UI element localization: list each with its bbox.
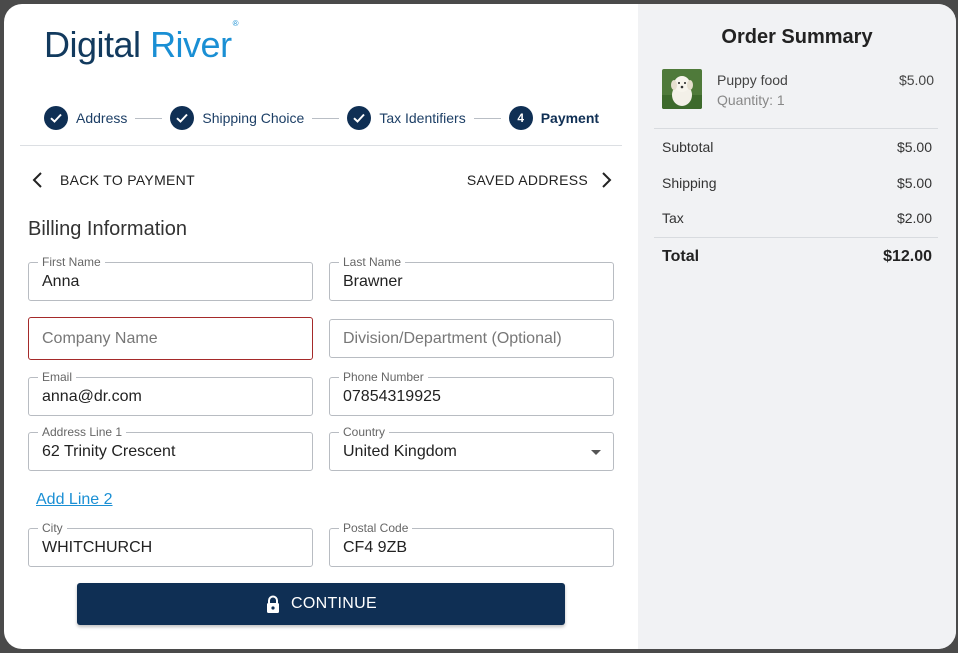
add-line-2-link[interactable]: Add Line 2 (36, 491, 113, 509)
subtotal-row: Subtotal $5.00 (662, 139, 932, 155)
total-row: Total $12.00 (662, 248, 932, 266)
address-line-1-input[interactable] (42, 433, 299, 470)
saved-address-link[interactable]: SAVED ADDRESS (467, 170, 616, 190)
phone-field[interactable]: Phone Number (329, 371, 614, 416)
last-name-input[interactable] (343, 263, 600, 300)
step-address[interactable]: Address (44, 106, 127, 130)
country-select[interactable]: Country (329, 426, 614, 471)
product-price: $5.00 (898, 72, 934, 88)
postal-code-input[interactable] (343, 529, 600, 566)
step-label: Payment (540, 110, 600, 126)
company-name-field[interactable] (28, 317, 313, 360)
summary-divider (654, 237, 938, 238)
step-number: 4 (508, 106, 533, 130)
address-line-1-field[interactable]: Address Line 1 (28, 426, 313, 471)
product-quantity: Quantity: 1 (717, 92, 785, 108)
company-name-input[interactable] (42, 318, 299, 359)
continue-label: CONTINUE (291, 595, 377, 612)
step-label: Address (76, 110, 128, 126)
total-label: Total (662, 248, 700, 265)
summary-divider (654, 128, 938, 129)
email-field[interactable]: Email (28, 371, 313, 416)
step-label: Tax Identifiers (379, 110, 466, 126)
checkout-window: Digital River® Address Shipping Choice T… (4, 4, 956, 649)
tax-label: Tax (662, 210, 684, 226)
step-connector (473, 117, 501, 119)
subtotal-value: $5.00 (896, 139, 932, 155)
first-name-field[interactable]: First Name (28, 256, 313, 301)
lock-icon (267, 595, 280, 613)
saved-address-label: SAVED ADDRESS (466, 172, 588, 188)
product-image (662, 69, 702, 109)
checkout-stepper: Address Shipping Choice Tax Identifiers … (44, 105, 599, 131)
subtotal-label: Subtotal (662, 139, 714, 155)
header-divider (20, 145, 622, 146)
digital-river-logo: Digital River® (44, 19, 239, 65)
first-name-input[interactable] (42, 263, 299, 300)
order-summary-panel: Order Summary Puppy food Quantity: 1 $5.… (638, 4, 956, 649)
back-to-payment-link[interactable]: BACK TO PAYMENT (28, 170, 195, 190)
step-connector (312, 117, 340, 119)
step-tax-identifiers[interactable]: Tax Identifiers (347, 106, 466, 130)
city-input[interactable] (42, 529, 299, 566)
step-label: Shipping Choice (202, 110, 305, 126)
back-to-payment-label: BACK TO PAYMENT (60, 172, 195, 188)
shipping-value: $5.00 (896, 175, 932, 191)
country-value[interactable] (343, 433, 600, 470)
division-field[interactable] (329, 319, 614, 358)
step-shipping-choice[interactable]: Shipping Choice (170, 106, 304, 130)
check-icon (170, 106, 195, 130)
shipping-row: Shipping $5.00 (662, 175, 932, 191)
step-payment: 4 Payment (508, 106, 600, 130)
billing-title: Billing Information (28, 218, 187, 240)
chevron-left-icon (32, 172, 42, 188)
shipping-label: Shipping (662, 175, 717, 191)
division-input[interactable] (343, 320, 600, 357)
check-icon (347, 106, 372, 130)
check-icon (44, 106, 68, 130)
city-field[interactable]: City (28, 522, 313, 567)
postal-code-field[interactable]: Postal Code (329, 522, 614, 567)
dropdown-arrow-icon (591, 449, 601, 455)
phone-input[interactable] (343, 378, 600, 415)
tax-value: $2.00 (896, 210, 932, 226)
order-summary-title: Order Summary (721, 26, 873, 48)
step-connector (135, 117, 163, 119)
tax-row: Tax $2.00 (662, 210, 932, 226)
last-name-field[interactable]: Last Name (329, 256, 614, 301)
total-value: $12.00 (883, 248, 932, 265)
continue-button[interactable]: CONTINUE (77, 583, 565, 625)
chevron-right-icon (602, 172, 612, 188)
product-name: Puppy food (717, 72, 788, 88)
email-input[interactable] (42, 378, 299, 415)
